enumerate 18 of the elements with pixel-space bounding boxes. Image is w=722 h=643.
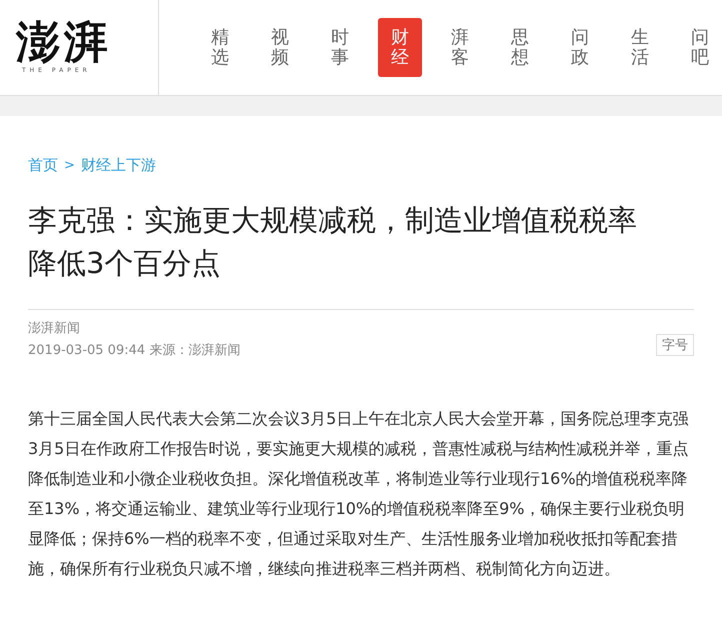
- font-size-button[interactable]: 字号: [656, 334, 694, 356]
- breadcrumb-home-link[interactable]: 首页: [28, 156, 58, 175]
- nav-tab[interactable]: 生活: [618, 22, 662, 74]
- article-paragraph: 第十三届全国人民代表大会第二次会议3月5日上午在北京人民大会堂开幕，国务院总理李克强3月5日在作政府工作报告时说，要实施更大规模的减税，普惠性减税与结构性减税并举，重点降低制造业和小微企业税收负担。深化增值税改革，将制造业等行业现行16%的增值税税率降至13%，将交通运输业、建筑业等行业现行10%的增值税税率降至9%，确保主要行业税负明显降低；保持6%一档的税率不变，但通过采取对生产、生活性服务业增加税收抵扣等配套措施，确保所有行业税负只减不增，继续向推进税率三档并两档、税制简化方向迈进。: [28, 408, 690, 580]
- nav-tab[interactable]: 精选: [198, 22, 242, 74]
- nav-tab[interactable]: 问吧: [678, 22, 722, 74]
- nav-tab[interactable]: 思想: [498, 22, 542, 74]
- nav-tab[interactable]: 问政: [558, 22, 602, 74]
- article-author: 澎湃新闻: [28, 320, 81, 338]
- breadcrumb-separator: >: [64, 158, 75, 173]
- nav-tab[interactable]: 湃客: [438, 22, 482, 74]
- article-date-source: 2019-03-05 09:44 来源：澎湃新闻: [28, 342, 240, 360]
- breadcrumb-category-link[interactable]: 财经上下游: [80, 156, 156, 175]
- article-title: 李克强：实施更大规模减税，制造业增值税税率降低3个百分点: [28, 202, 638, 282]
- nav-tab[interactable]: 视频: [258, 22, 302, 74]
- nav-tab[interactable]: 时事: [318, 22, 362, 74]
- nav-tab[interactable]: 财经: [378, 18, 422, 78]
- logo-text[interactable]: 澎湃: [16, 21, 112, 65]
